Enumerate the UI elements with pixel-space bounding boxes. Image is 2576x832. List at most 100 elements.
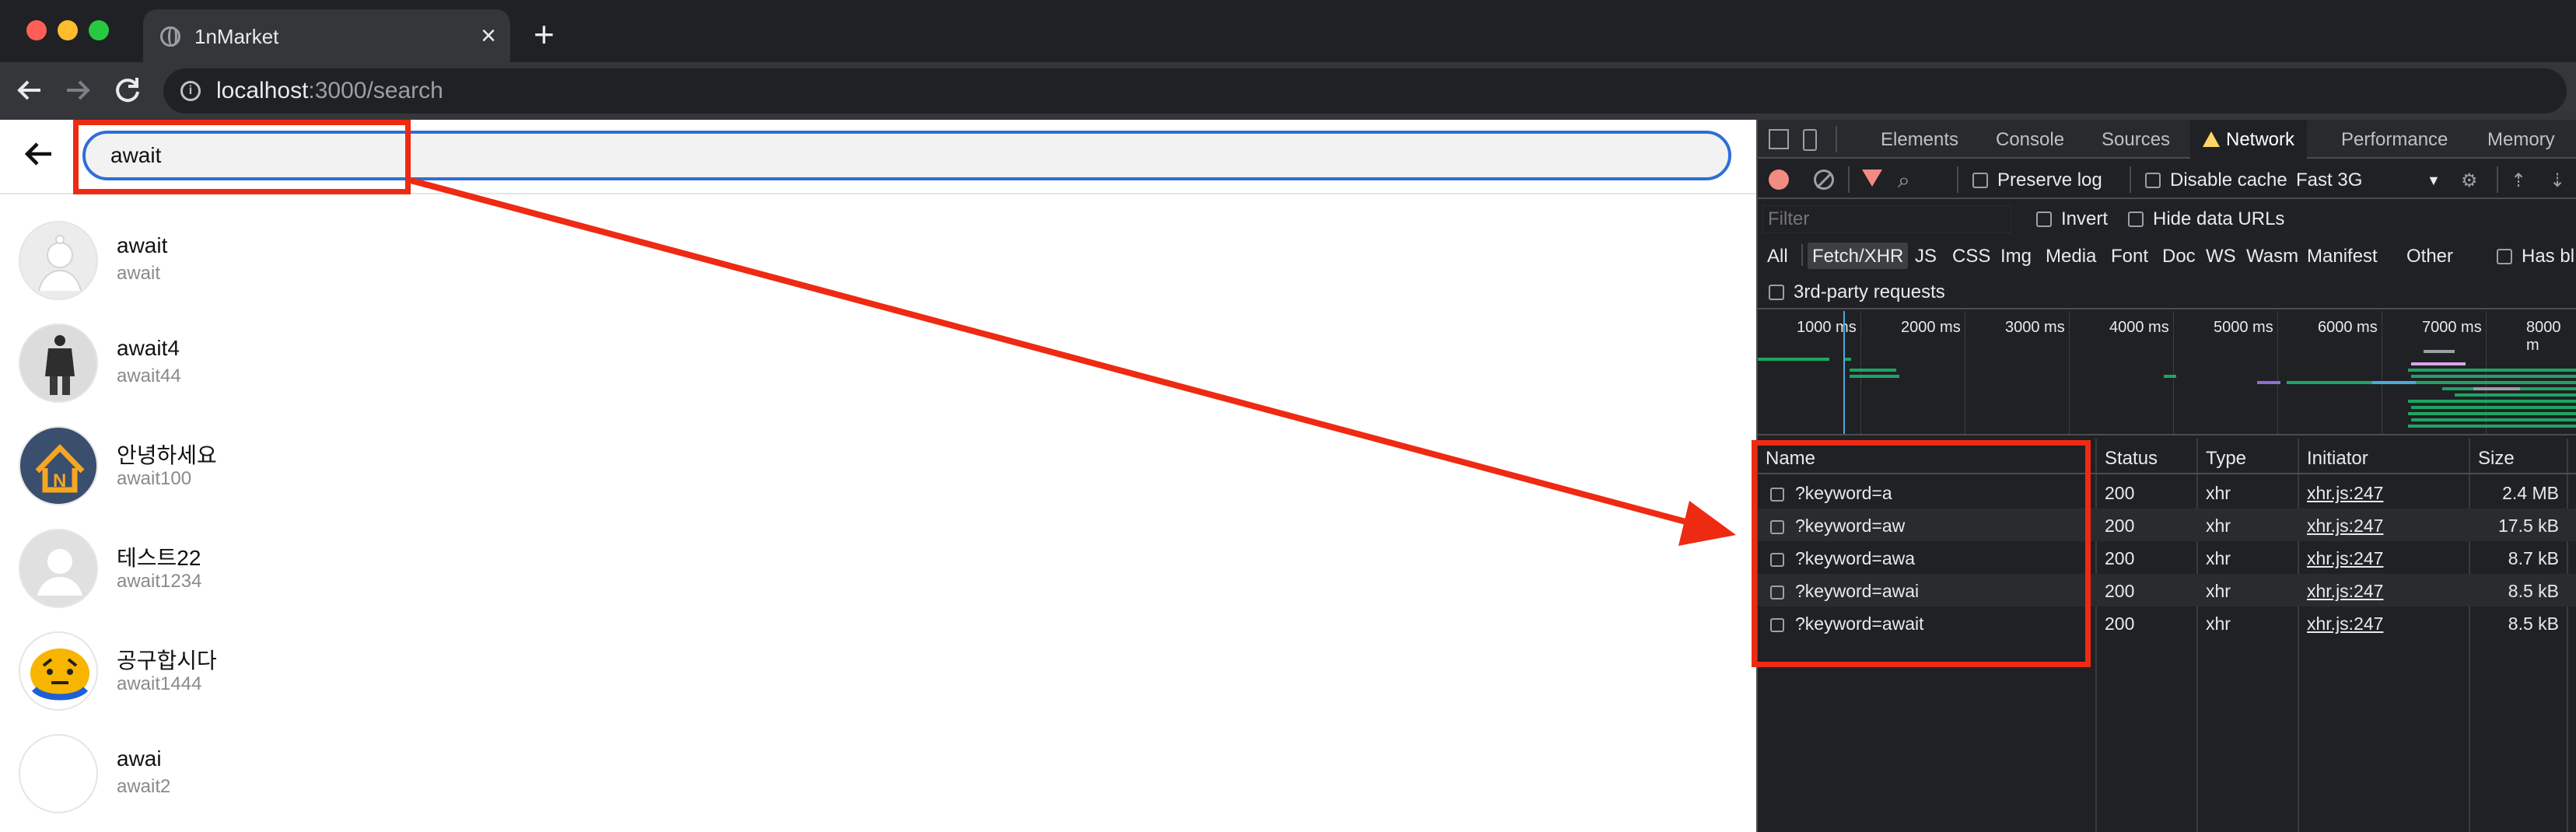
user-name: await xyxy=(117,233,168,257)
minimize-window-button[interactable] xyxy=(58,20,78,40)
dom-content-loaded-line xyxy=(1843,311,1845,434)
list-item[interactable]: 공구합시다 await1444 xyxy=(0,621,1756,723)
upload-icon[interactable]: ⇡ xyxy=(2511,170,2526,192)
request-initiator[interactable]: xhr.js:247 xyxy=(2307,548,2383,569)
timeline-tick: 2000 ms xyxy=(1901,319,1961,336)
request-initiator[interactable]: xhr.js:247 xyxy=(2307,516,2383,537)
browser-tab[interactable]: 1nMarket × xyxy=(143,9,510,62)
request-initiator[interactable]: xhr.js:247 xyxy=(2307,581,2383,602)
timeline-tick: 5000 ms xyxy=(2214,319,2273,336)
back-arrow-icon xyxy=(17,80,40,100)
type-other[interactable]: Other xyxy=(2402,243,2458,269)
has-blocked-checkbox[interactable]: Has bl xyxy=(2497,246,2574,267)
network-toolbar: ⌕ Preserve log Disable cache Fast 3G ▼ ⚙… xyxy=(1758,160,2576,199)
info-icon[interactable]: i xyxy=(180,81,201,101)
maximize-window-button[interactable] xyxy=(89,20,109,40)
column-header-status[interactable]: Status xyxy=(2097,439,2198,474)
type-wasm[interactable]: Wasm xyxy=(2242,243,2303,269)
tab-memory[interactable]: Memory xyxy=(2487,129,2555,151)
request-status: 200 xyxy=(2105,614,2135,634)
type-font[interactable]: Font xyxy=(2106,243,2153,269)
filter-row: Invert Hide data URLs xyxy=(1758,201,2576,238)
clear-icon[interactable] xyxy=(1814,170,1834,190)
reload-button[interactable] xyxy=(109,72,146,109)
type-all[interactable]: All xyxy=(1762,243,1793,269)
timeline-bar xyxy=(2408,369,2576,372)
tab-performance[interactable]: Performance xyxy=(2341,129,2448,151)
close-window-button[interactable] xyxy=(26,20,47,40)
timeline-bar xyxy=(2411,362,2466,365)
checkbox[interactable] xyxy=(2128,211,2144,227)
checkbox[interactable] xyxy=(2497,249,2512,264)
hide-data-urls-checkbox[interactable]: Hide data URLs xyxy=(2128,208,2284,230)
tab-sources[interactable]: Sources xyxy=(2102,129,2170,151)
type-doc[interactable]: Doc xyxy=(2158,243,2200,269)
browser-forward-button[interactable] xyxy=(59,72,96,109)
browser-back-button[interactable] xyxy=(11,72,48,109)
tab-elements[interactable]: Elements xyxy=(1881,129,1958,151)
request-status: 200 xyxy=(2105,581,2135,601)
filter-input[interactable] xyxy=(1762,205,2011,233)
back-button[interactable] xyxy=(17,132,61,176)
column-header-size[interactable]: Size xyxy=(2470,439,2576,474)
user-id: await xyxy=(117,263,161,284)
throttle-select[interactable]: Fast 3G xyxy=(2296,170,2362,191)
third-party-row: 3rd-party requests xyxy=(1758,274,2576,309)
type-ws[interactable]: WS xyxy=(2201,243,2241,269)
list-item[interactable]: N 안녕하세요 await100 xyxy=(0,415,1756,518)
new-tab-button[interactable]: + xyxy=(534,12,555,56)
tab-network[interactable]: Network xyxy=(2190,120,2308,159)
timeline-bar xyxy=(2411,406,2576,409)
user-id: await1234 xyxy=(117,571,202,592)
list-item[interactable]: 테스트22 await1234 xyxy=(0,518,1756,621)
type-manifest[interactable]: Manifest xyxy=(2302,243,2382,269)
disable-cache-checkbox[interactable]: Disable cache xyxy=(2145,170,2287,191)
timeline-tick: 7000 ms xyxy=(2422,319,2482,336)
request-initiator[interactable]: xhr.js:247 xyxy=(2307,614,2383,634)
chevron-down-icon[interactable]: ▼ xyxy=(2427,173,2441,189)
record-icon[interactable] xyxy=(1769,170,1789,190)
invert-checkbox[interactable]: Invert xyxy=(2036,208,2108,230)
third-party-checkbox[interactable]: 3rd-party requests xyxy=(1769,281,1945,303)
inspect-element-icon[interactable] xyxy=(1769,129,1789,149)
request-initiator[interactable]: xhr.js:247 xyxy=(2307,483,2383,504)
address-bar[interactable]: i localhost:3000/search xyxy=(163,68,2567,114)
checkbox[interactable] xyxy=(1769,285,1784,300)
user-name: 테스트22 xyxy=(117,546,201,570)
column-header-initiator[interactable]: Initiator xyxy=(2299,439,2470,474)
download-icon[interactable]: ⇣ xyxy=(2550,170,2565,192)
type-media[interactable]: Media xyxy=(2041,243,2101,269)
preserve-log-checkbox[interactable]: Preserve log xyxy=(1972,170,2102,191)
request-type: xhr xyxy=(2206,614,2231,634)
type-fetch-xhr[interactable]: Fetch/XHR xyxy=(1808,243,1909,269)
column-header-type[interactable]: Type xyxy=(2198,439,2299,474)
request-size: 2.4 MB xyxy=(2502,483,2559,503)
type-img[interactable]: Img xyxy=(1996,243,2036,269)
device-toolbar-icon[interactable] xyxy=(1803,129,1817,151)
filter-funnel-icon[interactable] xyxy=(1862,170,1882,187)
type-js[interactable]: JS xyxy=(1910,243,1941,269)
timeline-bar xyxy=(2408,412,2576,415)
list-item[interactable]: await await xyxy=(0,210,1756,313)
devtools-tabbar: Elements Console Sources Network Perform… xyxy=(1758,120,2576,159)
reload-icon xyxy=(116,78,139,103)
search-icon[interactable]: ⌕ xyxy=(1898,168,1910,194)
wifi-settings-icon[interactable]: ⚙ xyxy=(2461,170,2478,192)
timeline-bar xyxy=(2411,418,2576,421)
avatar xyxy=(19,529,98,608)
type-css[interactable]: CSS xyxy=(1948,243,1995,269)
svg-text:N: N xyxy=(53,470,66,491)
list-item[interactable]: await4 await44 xyxy=(0,313,1756,415)
request-type: xhr xyxy=(2206,581,2231,601)
checkbox[interactable] xyxy=(2036,211,2052,227)
close-tab-icon[interactable]: × xyxy=(481,20,496,51)
network-timeline-overview[interactable]: 1000 ms 2000 ms 3000 ms 4000 ms 5000 ms … xyxy=(1758,311,2576,435)
list-item[interactable]: awai await2 xyxy=(0,723,1756,826)
avatar xyxy=(19,323,98,403)
user-id: await1444 xyxy=(117,673,202,694)
tab-console[interactable]: Console xyxy=(1996,129,2064,151)
checkbox[interactable] xyxy=(2145,173,2161,188)
timeline-bar xyxy=(1845,358,1851,361)
request-size: 8.7 kB xyxy=(2508,548,2559,568)
checkbox[interactable] xyxy=(1972,173,1988,188)
